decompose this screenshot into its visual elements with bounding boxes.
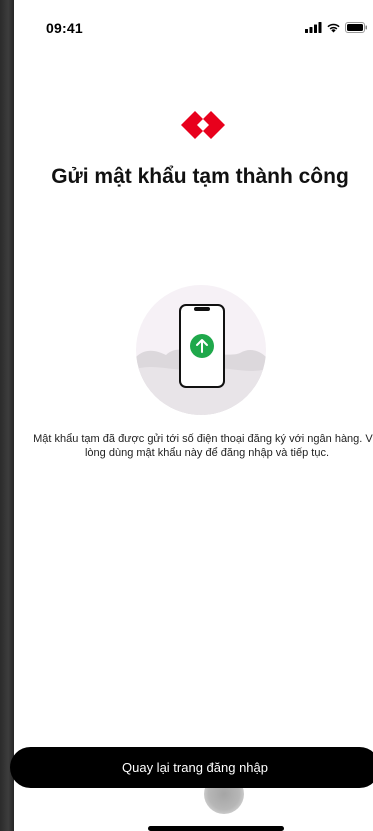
device-frame-edge: [0, 0, 14, 831]
back-to-login-button[interactable]: Quay lại trang đăng nhập: [10, 747, 373, 788]
phone-upload-icon: [136, 285, 266, 415]
page-title: Gửi mật khẩu tạm thành công: [51, 165, 349, 188]
battery-icon: [345, 22, 367, 33]
home-indicator: [148, 826, 284, 831]
status-bar: 09:41: [14, 0, 373, 44]
status-time: 09:41: [46, 20, 83, 36]
phone-screen: 09:41 Gửi mật khẩu tạm thành công Mật kh…: [14, 0, 373, 831]
wifi-icon: [327, 23, 340, 33]
brand-logo-icon: [181, 111, 225, 139]
signal-icon: [305, 22, 322, 33]
status-icons: [305, 22, 367, 33]
description-text: Mật khẩu tạm đã được gửi tới số điện tho…: [33, 433, 373, 459]
